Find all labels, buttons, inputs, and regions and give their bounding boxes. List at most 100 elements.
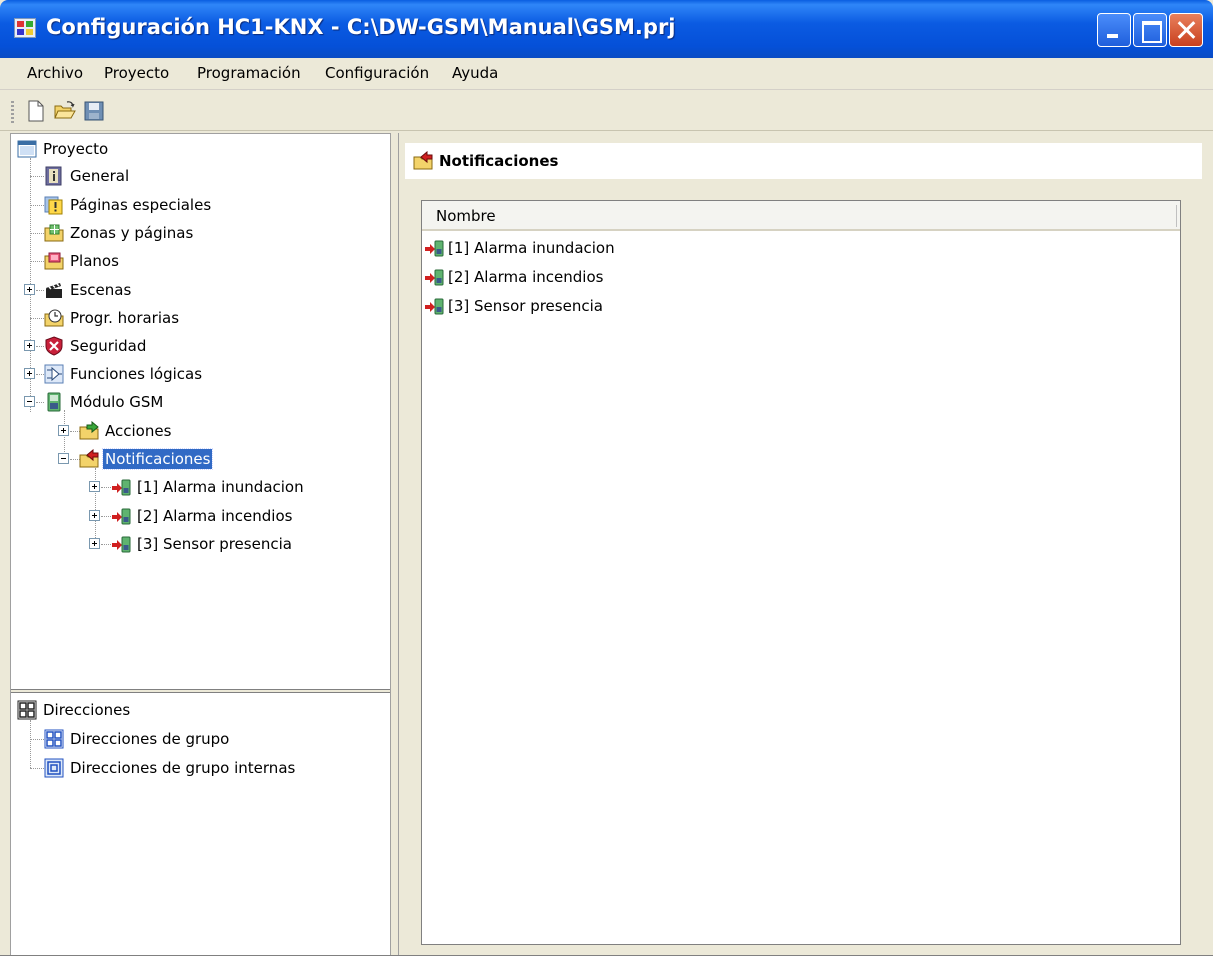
tree-connector bbox=[30, 176, 44, 177]
tree-item-label: General bbox=[70, 167, 130, 185]
schedule-clock-icon bbox=[44, 309, 64, 327]
plans-folder-icon bbox=[44, 252, 64, 270]
general-info-icon bbox=[45, 166, 62, 186]
tree-item-label: Notificaciones bbox=[101, 448, 214, 470]
tree-connector bbox=[30, 205, 44, 206]
tree-connector bbox=[101, 487, 111, 488]
tree-connector bbox=[101, 544, 111, 545]
tree-item-notificaciones[interactable]: Notificaciones bbox=[79, 447, 214, 471]
column-header-nombre[interactable]: Nombre bbox=[436, 207, 496, 225]
tree-item-label: [2] Alarma incendios bbox=[137, 507, 293, 525]
notifications-folder-icon bbox=[413, 151, 433, 170]
expand-funciones-toggle[interactable] bbox=[24, 368, 35, 379]
toolbar-grip[interactable] bbox=[11, 101, 14, 123]
tree-item-zonas[interactable]: Zonas y páginas bbox=[44, 221, 195, 245]
details-panel: Notificaciones Nombre [1] Alarma inundac… bbox=[398, 133, 1213, 956]
zones-folder-icon bbox=[44, 224, 64, 242]
tree-item-planos[interactable]: Planos bbox=[44, 249, 121, 273]
group-addresses-icon bbox=[44, 729, 64, 749]
tree-item-general[interactable]: General bbox=[44, 164, 131, 188]
tree-item-label: Progr. horarias bbox=[70, 309, 180, 327]
tree-item-direcciones[interactable]: Direcciones bbox=[17, 698, 132, 722]
list-item[interactable]: [1] Alarma inundacion bbox=[424, 235, 615, 261]
actions-folder-icon bbox=[79, 421, 99, 440]
app-icon bbox=[14, 18, 36, 38]
security-shield-icon bbox=[45, 336, 63, 356]
tree-item-label: [1] Alarma inundacion bbox=[137, 478, 304, 496]
tree-item-direcciones-internas[interactable]: Direcciones de grupo internas bbox=[44, 756, 297, 780]
list-item-label: [2] Alarma incendios bbox=[448, 268, 604, 286]
notification-phone-icon bbox=[112, 508, 131, 525]
notifications-folder-icon bbox=[79, 449, 99, 468]
tree-item-label: Escenas bbox=[70, 281, 132, 299]
internal-addresses-icon bbox=[44, 758, 64, 778]
project-window-icon bbox=[17, 140, 37, 158]
notifications-list[interactable]: Nombre [1] Alarma inundacion [2] Alarma … bbox=[421, 200, 1181, 945]
title-bar[interactable]: Configuración HC1-KNX - C:\DW-GSM\Manual… bbox=[0, 0, 1213, 58]
tree-item-label: Funciones lógicas bbox=[70, 365, 203, 383]
expand-escenas-toggle[interactable] bbox=[24, 284, 35, 295]
notification-phone-icon bbox=[112, 479, 131, 496]
new-document-icon[interactable] bbox=[24, 99, 48, 123]
menu-proyecto[interactable]: Proyecto bbox=[104, 64, 169, 82]
list-item[interactable]: [2] Alarma incendios bbox=[424, 264, 603, 290]
tree-connector bbox=[30, 318, 44, 319]
tree-item-notification-1[interactable]: [1] Alarma inundacion bbox=[111, 475, 306, 499]
collapse-notificaciones-toggle[interactable] bbox=[58, 453, 69, 464]
notification-phone-icon bbox=[425, 269, 444, 286]
tree-item-paginas-especiales[interactable]: Páginas especiales bbox=[44, 193, 213, 217]
application-window: Configuración HC1-KNX - C:\DW-GSM\Manual… bbox=[0, 0, 1213, 956]
tree-connector bbox=[30, 261, 44, 262]
collapse-gsm-toggle[interactable] bbox=[24, 396, 35, 407]
tree-item-notification-2[interactable]: [2] Alarma incendios bbox=[111, 504, 294, 528]
tree-item-escenas[interactable]: Escenas bbox=[44, 278, 133, 302]
tree-item-funciones-logicas[interactable]: Funciones lógicas bbox=[44, 362, 204, 386]
expand-seguridad-toggle[interactable] bbox=[24, 340, 35, 351]
tree-item-proyecto[interactable]: Proyecto bbox=[17, 137, 110, 161]
tree-connector bbox=[30, 768, 44, 769]
tree-item-seguridad[interactable]: Seguridad bbox=[44, 334, 148, 358]
gsm-module-icon bbox=[47, 392, 61, 412]
expand-acciones-toggle[interactable] bbox=[58, 425, 69, 436]
list-item-label: [1] Alarma inundacion bbox=[448, 239, 615, 257]
special-pages-icon bbox=[44, 196, 63, 215]
project-tree-panel: Proyecto General Páginas especiales Zona… bbox=[10, 133, 391, 956]
list-header: Nombre bbox=[422, 201, 1180, 231]
close-button[interactable] bbox=[1169, 13, 1203, 47]
tree-item-label: Planos bbox=[70, 252, 119, 270]
window-title: Configuración HC1-KNX - C:\DW-GSM\Manual… bbox=[46, 15, 676, 39]
tree-item-modulo-gsm[interactable]: Módulo GSM bbox=[44, 390, 165, 414]
details-title: Notificaciones bbox=[439, 152, 559, 170]
pane-splitter[interactable] bbox=[11, 689, 390, 693]
tree-item-label: Módulo GSM bbox=[70, 393, 164, 411]
tree-item-progr-horarias[interactable]: Progr. horarias bbox=[44, 306, 181, 330]
minimize-button[interactable] bbox=[1097, 13, 1131, 47]
logic-gate-icon bbox=[44, 364, 64, 384]
menu-programacion[interactable]: Programación bbox=[197, 64, 301, 82]
tree-connector bbox=[36, 374, 44, 375]
tree-item-label: Direcciones de grupo bbox=[70, 730, 230, 748]
tree-item-label: Seguridad bbox=[70, 337, 147, 355]
save-disk-icon[interactable] bbox=[82, 99, 106, 123]
expand-notif-1-toggle[interactable] bbox=[89, 481, 100, 492]
expand-notif-3-toggle[interactable] bbox=[89, 538, 100, 549]
menu-archivo[interactable]: Archivo bbox=[27, 64, 83, 82]
tree-item-acciones[interactable]: Acciones bbox=[79, 419, 173, 443]
tree-item-label: Páginas especiales bbox=[70, 196, 212, 214]
tree-item-label: Direcciones de grupo internas bbox=[70, 759, 296, 777]
tree-item-label: Zonas y páginas bbox=[70, 224, 194, 242]
menu-configuracion[interactable]: Configuración bbox=[325, 64, 429, 82]
column-separator[interactable] bbox=[1176, 205, 1177, 227]
tree-connector bbox=[30, 720, 31, 768]
tree-item-direcciones-grupo[interactable]: Direcciones de grupo bbox=[44, 727, 231, 751]
tree-connector bbox=[36, 402, 44, 403]
list-item[interactable]: [3] Sensor presencia bbox=[424, 293, 603, 319]
maximize-button[interactable] bbox=[1133, 13, 1167, 47]
open-folder-icon[interactable] bbox=[53, 99, 77, 123]
notification-phone-icon bbox=[425, 298, 444, 315]
menu-ayuda[interactable]: Ayuda bbox=[452, 64, 498, 82]
menu-bar: Archivo Proyecto Programación Configurac… bbox=[0, 58, 1213, 90]
tree-item-notification-3[interactable]: [3] Sensor presencia bbox=[111, 532, 294, 556]
tree-item-label: Proyecto bbox=[43, 140, 109, 158]
expand-notif-2-toggle[interactable] bbox=[89, 510, 100, 521]
